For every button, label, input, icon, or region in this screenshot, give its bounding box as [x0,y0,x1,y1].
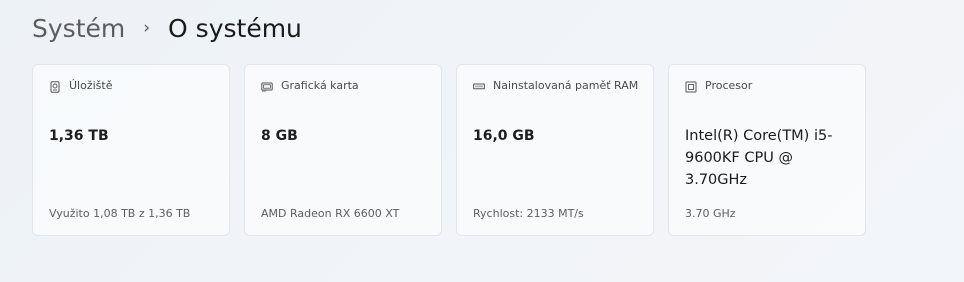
card-memory[interactable]: Nainstalovaná paměť RAM 16,0 GB Rychlost… [456,64,654,236]
breadcrumb-parent-link[interactable]: Systém [32,14,125,43]
card-title: Úložiště [69,79,113,92]
processor-icon [685,81,697,93]
card-value: Intel(R) Core(TM) i5-9600KF CPU @ 3.70GH… [685,128,833,188]
card-header: Procesor [685,79,853,96]
graphics-card-icon [261,82,273,92]
card-detail: Využito 1,08 TB z 1,36 TB [49,207,191,220]
card-graphics-card[interactable]: Grafická karta 8 GB AMD Radeon RX 6600 X… [244,64,442,236]
card-header: Úložiště [49,79,217,96]
storage-icon [50,81,60,93]
card-processor[interactable]: Procesor Intel(R) Core(TM) i5-9600KF CPU… [668,64,866,236]
breadcrumb: Systém › O systému [32,10,302,46]
chevron-right-icon: › [143,18,151,38]
card-title: Grafická karta [281,79,359,92]
card-header: Nainstalovaná paměť RAM [473,79,641,96]
memory-icon [473,83,485,90]
card-storage[interactable]: Úložiště 1,36 TB Využito 1,08 TB z 1,36 … [32,64,230,236]
card-value: 16,0 GB [473,128,535,144]
page-title: O systému [168,13,302,43]
card-detail: 3.70 GHz [685,207,736,220]
card-title: Procesor [705,79,753,92]
card-value: 1,36 TB [49,128,109,144]
card-value: 8 GB [261,128,298,144]
card-title: Nainstalovaná paměť RAM [493,79,639,92]
card-detail: AMD Radeon RX 6600 XT [261,207,400,220]
card-detail: Rychlost: 2133 MT/s [473,207,584,220]
card-header: Grafická karta [261,79,429,96]
